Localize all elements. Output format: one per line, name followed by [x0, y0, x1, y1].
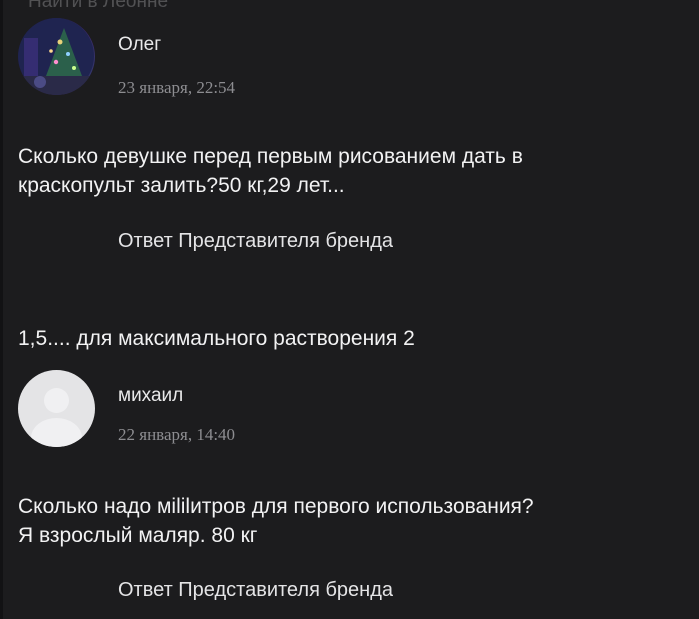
left-edge — [0, 0, 3, 619]
brand-reply-text: 1,5.... для максимального растворения 2 — [18, 327, 415, 350]
brand-reply-link[interactable]: Ответ Представителя бренда — [118, 579, 393, 602]
default-avatar-body — [31, 418, 82, 447]
default-avatar-icon — [44, 388, 69, 413]
comment-question-line: Я взрослый маляр. 80 кг — [18, 524, 258, 547]
brand-reply-link[interactable]: Ответ Представителя бренда — [118, 230, 393, 253]
comment-question-line: Сколько надо мililитров для первого испо… — [18, 495, 534, 518]
comment-question-line: Сколько девушке перед первым рисованием … — [18, 145, 523, 168]
avatar-photo-icon — [18, 18, 95, 95]
comment-author[interactable]: Олег — [118, 34, 161, 56]
comment-date: 22 января, 14:40 — [118, 425, 236, 444]
search-label-cut: Найти в Леонне — [28, 0, 169, 12]
comment-author[interactable]: михаил — [118, 385, 183, 407]
avatar-oleg[interactable] — [18, 18, 95, 95]
comment-question-line: краскопульт залить?50 кг,29 лет... — [18, 174, 345, 197]
avatar-mikhail[interactable] — [18, 370, 95, 447]
comment-date: 23 января, 22:54 — [118, 78, 236, 97]
